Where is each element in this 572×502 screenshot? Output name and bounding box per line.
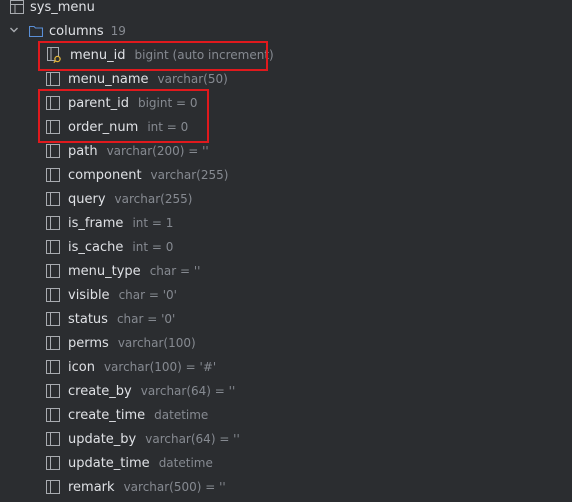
column-row[interactable]: is_frame int = 1	[46, 211, 173, 235]
column-icon	[46, 288, 60, 302]
column-icon	[46, 360, 60, 374]
column-row[interactable]: status char = '0'	[46, 307, 175, 331]
column-icon	[46, 264, 60, 278]
database-tree: sys_menu columns 19 menu_id bigint (auto …	[0, 0, 572, 502]
column-row[interactable]: component varchar(255)	[46, 163, 228, 187]
column-row[interactable]: query varchar(255)	[46, 187, 192, 211]
column-row[interactable]: create_time datetime	[46, 403, 208, 427]
column-type: datetime	[154, 408, 209, 422]
column-row[interactable]: update_by varchar(64) = ''	[46, 427, 240, 451]
column-type: varchar(255)	[114, 192, 193, 206]
column-row[interactable]: update_time datetime	[46, 451, 213, 475]
column-type: varchar(64) = ''	[140, 384, 236, 398]
column-type: varchar(500) = ''	[123, 480, 226, 494]
column-row[interactable]: is_cache int = 0	[46, 235, 173, 259]
column-type: varchar(200) = ''	[106, 144, 209, 158]
column-icon	[46, 72, 60, 86]
column-row[interactable]: icon varchar(100) = '#'	[46, 355, 216, 379]
column-type: varchar(255)	[150, 168, 229, 182]
table-icon	[10, 0, 24, 14]
column-row[interactable]: remark varchar(500) = ''	[46, 475, 226, 499]
column-type: bigint (auto increment)	[134, 48, 274, 62]
column-name: parent_id	[68, 95, 129, 111]
column-type: bigint = 0	[137, 96, 198, 110]
column-type: char = ''	[149, 264, 201, 278]
column-type: int = 0	[132, 240, 174, 254]
column-icon	[46, 168, 60, 182]
columns-label: columns	[49, 23, 104, 39]
column-type: char = '0'	[116, 312, 176, 326]
column-type: varchar(50)	[157, 72, 228, 86]
column-type: int = 1	[132, 216, 174, 230]
column-icon	[46, 432, 60, 446]
column-icon	[46, 480, 60, 494]
chevron-down-icon[interactable]	[9, 24, 21, 39]
column-name: status	[68, 311, 108, 327]
column-name: visible	[68, 287, 110, 303]
column-type: varchar(64) = ''	[145, 432, 240, 446]
column-name: create_by	[68, 383, 132, 399]
column-type: varchar(100)	[117, 336, 196, 350]
tree-node-table[interactable]: sys_menu	[10, 0, 95, 19]
column-icon	[46, 336, 60, 350]
column-icon	[46, 240, 60, 254]
column-type: varchar(100) = '#'	[103, 360, 217, 374]
column-row[interactable]: order_num int = 0	[46, 115, 188, 139]
column-row[interactable]: create_by varchar(64) = ''	[46, 379, 235, 403]
column-icon	[46, 96, 60, 110]
folder-icon	[29, 25, 43, 37]
column-name: path	[68, 143, 98, 159]
column-name: remark	[68, 479, 115, 495]
column-name: update_time	[68, 455, 150, 471]
table-name: sys_menu	[30, 0, 95, 15]
column-icon	[46, 120, 60, 134]
column-row[interactable]: menu_type char = ''	[46, 259, 200, 283]
tree-node-columns[interactable]: columns 19	[9, 19, 126, 43]
column-icon	[46, 216, 60, 230]
column-name: perms	[68, 335, 109, 351]
column-icon	[46, 312, 60, 326]
column-type: char = '0'	[118, 288, 177, 302]
column-icon	[46, 408, 60, 422]
column-name: menu_name	[68, 71, 149, 87]
primary-key-column-icon	[46, 47, 62, 63]
column-name: is_cache	[68, 239, 124, 255]
column-icon	[46, 384, 60, 398]
column-icon	[46, 144, 60, 158]
column-row[interactable]: menu_name varchar(50)	[46, 67, 228, 91]
column-name: order_num	[68, 119, 139, 135]
column-row[interactable]: parent_id bigint = 0	[46, 91, 198, 115]
column-icon	[46, 192, 60, 206]
column-type: datetime	[158, 456, 213, 470]
column-icon	[46, 456, 60, 470]
column-row[interactable]: visible char = '0'	[46, 283, 177, 307]
column-name: is_frame	[68, 215, 124, 231]
column-name: menu_id	[70, 47, 126, 63]
column-name: create_time	[68, 407, 146, 423]
column-type: int = 0	[147, 120, 189, 134]
column-row[interactable]: menu_id bigint (auto increment)	[46, 43, 274, 67]
column-name: icon	[68, 359, 95, 375]
column-row[interactable]: perms varchar(100)	[46, 331, 196, 355]
column-name: component	[68, 167, 142, 183]
column-name: menu_type	[68, 263, 141, 279]
column-name: query	[68, 191, 106, 207]
columns-count: 19	[110, 24, 126, 38]
column-name: update_by	[68, 431, 137, 447]
column-row[interactable]: path varchar(200) = ''	[46, 139, 209, 163]
